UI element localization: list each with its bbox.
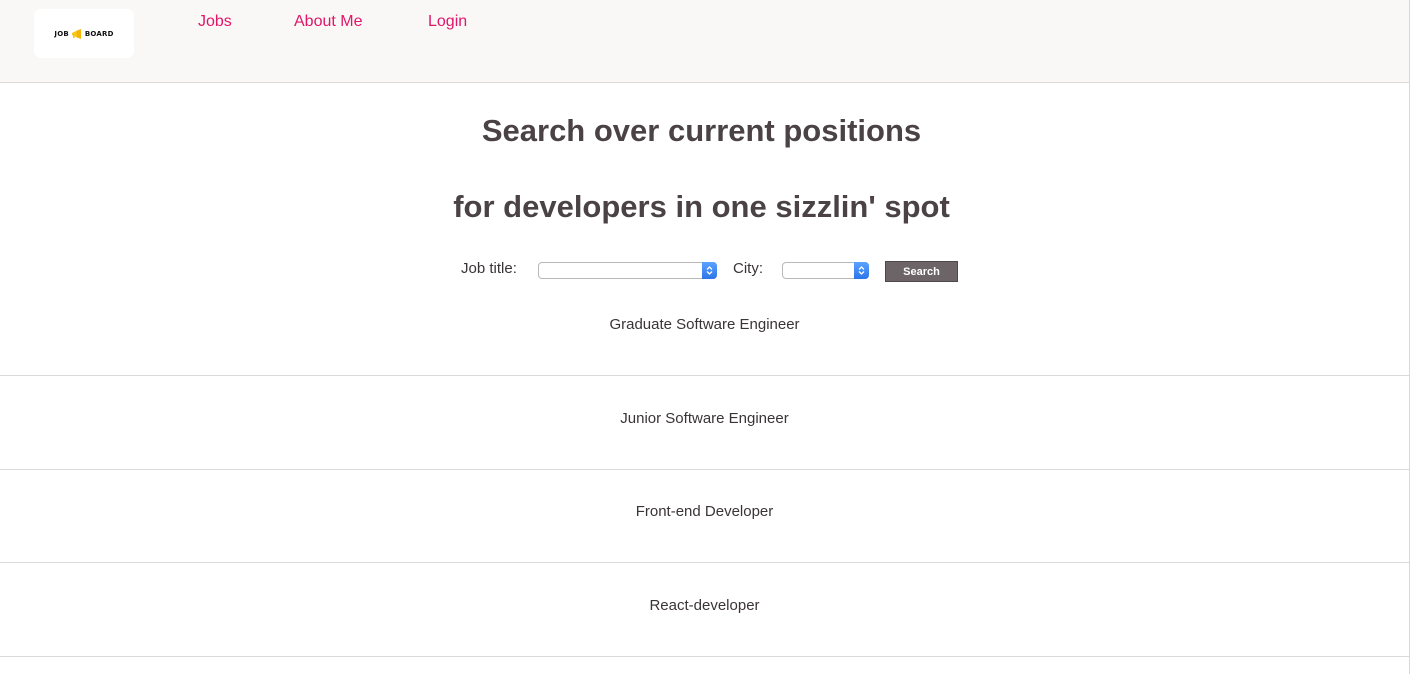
job-title-select[interactable] [538,262,717,279]
job-title-label: Job title: [461,260,517,277]
nav-link-login[interactable]: Login [428,13,467,31]
page-headline: Search over current positions [481,113,922,148]
job-list-item[interactable]: React-developer [0,597,1409,614]
page-subheadline: for developers in one sizzlin' spot [453,189,950,224]
job-board-logo[interactable]: JOB BOARD [34,9,134,58]
megaphone-icon [71,28,83,39]
job-list-item[interactable]: Junior Software Engineer [0,410,1409,427]
logo-word-board: BOARD [84,29,114,38]
top-navbar: JOB BOARD Jobs About Me Login [0,0,1410,83]
search-button[interactable]: Search [885,261,958,282]
logo-text: JOB BOARD [54,28,114,39]
city-label: City: [733,260,763,277]
divider [0,562,1409,563]
job-list-item[interactable]: Front-end Developer [0,503,1409,520]
nav-link-about-me[interactable]: About Me [294,13,362,31]
city-select[interactable] [782,262,869,279]
nav-link-jobs[interactable]: Jobs [198,13,232,31]
select-arrows-icon [854,262,869,279]
divider [0,656,1409,657]
divider [0,469,1409,470]
logo-word-job: JOB [54,29,69,38]
select-arrows-icon [702,262,717,279]
job-list-item[interactable]: Graduate Software Engineer [0,316,1409,333]
divider [0,375,1409,376]
